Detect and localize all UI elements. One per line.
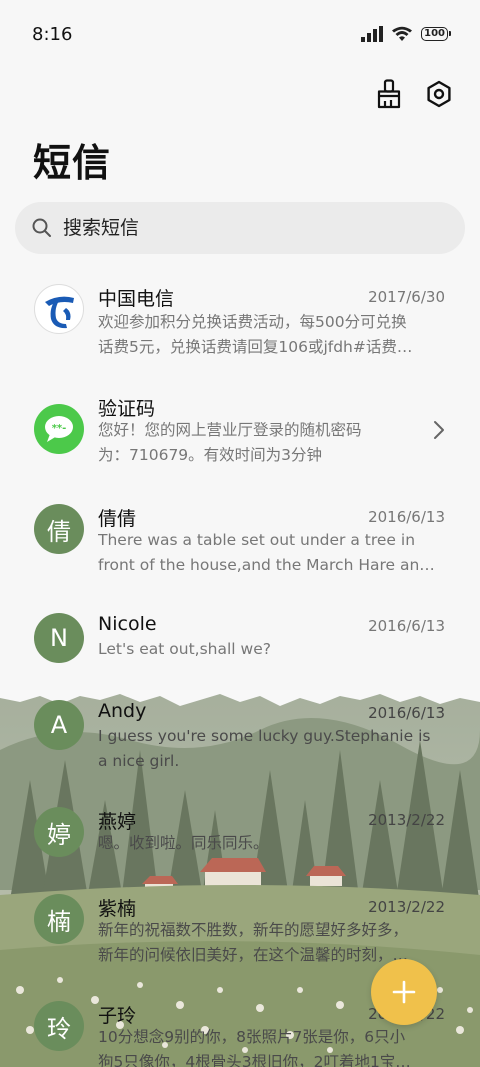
preview-line: 10分想念9别的你，8张照片7张是你，6只小 xyxy=(98,1028,406,1046)
message-date: 2016/6/13 xyxy=(368,704,445,722)
sender-name: 验证码 xyxy=(98,398,156,420)
avatar: 倩 xyxy=(34,504,84,554)
message-preview: I guess you're some lucky guy.Stephanie … xyxy=(98,724,446,774)
clean-button[interactable] xyxy=(374,74,404,114)
sender-name: Nicole xyxy=(98,613,157,635)
message-item[interactable]: N Nicole 2016/6/13 Let's eat out,shall w… xyxy=(0,613,480,713)
preview-line: 话费5元，兑换话费请回复106或jfdh#话费… xyxy=(98,338,413,356)
avatar: 楠 xyxy=(34,894,84,944)
avatar: 玲 xyxy=(34,1001,84,1051)
status-icons: 100 xyxy=(361,26,451,42)
message-date: 2013/2/22 xyxy=(368,811,445,829)
wifi-icon xyxy=(392,26,413,41)
sender-name: 燕婷 xyxy=(98,811,137,833)
telecom-logo-icon xyxy=(45,296,74,329)
preview-line: 为：710679。有效时间为3分钟 xyxy=(98,446,323,464)
message-preview: 10分想念9别的你，8张照片7张是你，6只小 狗5只像你，4根骨头3根旧你，2叮… xyxy=(98,1025,446,1067)
message-preview: 欢迎参加积分兑换话费活动，每500分可兑换 话费5元，兑换话费请回复106或jf… xyxy=(98,310,446,360)
plus-icon xyxy=(392,980,416,1004)
message-preview: There was a table set out under a tree i… xyxy=(98,528,446,578)
avatar: **- xyxy=(34,404,84,454)
preview-line: There was a table set out under a tree i… xyxy=(98,531,416,549)
preview-line: 欢迎参加积分兑换话费活动，每500分可兑换 xyxy=(98,313,407,331)
battery-indicator: 100 xyxy=(421,27,451,41)
search-input[interactable] xyxy=(63,217,423,239)
preview-line: Let's eat out,shall we? xyxy=(98,640,271,658)
message-item[interactable]: **- 验证码 您好！您的网上营业厅登录的随机密码 为：710679。有效时间为… xyxy=(0,394,480,494)
message-date: 2016/6/13 xyxy=(368,617,445,635)
message-item[interactable]: 倩 倩倩 2016/6/13 There was a table set out… xyxy=(0,504,480,604)
search-icon xyxy=(32,218,51,237)
message-preview: 嗯。收到啦。同乐同乐。 xyxy=(98,831,446,881)
avatar: N xyxy=(34,613,84,663)
sender-name: 子玲 xyxy=(98,1005,137,1027)
sender-name: 倩倩 xyxy=(98,508,137,530)
message-item[interactable]: A Andy 2016/6/13 I guess you're some luc… xyxy=(0,700,480,800)
search-bar[interactable] xyxy=(15,202,465,254)
preview-line: 新年的祝福数不胜数，新年的愿望好多好多， xyxy=(98,921,409,939)
status-bar: 8:16 100 xyxy=(0,0,480,68)
message-date: 2017/6/30 xyxy=(368,288,445,306)
sender-name: Andy xyxy=(98,700,147,722)
message-bubble-icon: **- xyxy=(45,416,73,442)
preview-line: 狗5只像你，4根骨头3根旧你，2叮着地1宝… xyxy=(98,1053,411,1067)
message-preview: Let's eat out,shall we? xyxy=(98,637,446,687)
avatar xyxy=(34,284,84,334)
avatar: A xyxy=(34,700,84,750)
gear-icon xyxy=(427,80,451,108)
svg-text:**-: **- xyxy=(52,423,67,434)
message-preview: 您好！您的网上营业厅登录的随机密码 为：710679。有效时间为3分钟 xyxy=(98,418,428,468)
message-date: 2013/2/22 xyxy=(368,898,445,916)
message-item[interactable]: 中国电信 2017/6/30 欢迎参加积分兑换话费活动，每500分可兑换 话费5… xyxy=(0,284,480,384)
settings-button[interactable] xyxy=(424,74,454,114)
signal-icon xyxy=(361,26,384,42)
chevron-right-icon xyxy=(434,421,444,439)
preview-line: front of the house,and the March Hare an… xyxy=(98,556,435,574)
message-date: 2016/6/13 xyxy=(368,508,445,526)
preview-line: I guess you're some lucky guy.Stephanie … xyxy=(98,727,431,745)
page-title: 短信 xyxy=(33,141,112,185)
brush-icon xyxy=(377,79,401,109)
avatar: 婷 xyxy=(34,807,84,857)
status-time: 8:16 xyxy=(32,23,73,45)
sender-name: 紫楠 xyxy=(98,898,137,920)
message-item[interactable]: 婷 燕婷 2013/2/22 嗯。收到啦。同乐同乐。 xyxy=(0,807,480,907)
preview-line: 您好！您的网上营业厅登录的随机密码 xyxy=(98,421,362,439)
preview-line: a nice girl. xyxy=(98,752,180,770)
preview-line: 嗯。收到啦。同乐同乐。 xyxy=(98,834,269,852)
sender-name: 中国电信 xyxy=(98,288,175,310)
compose-button[interactable] xyxy=(371,959,437,1025)
top-toolbar xyxy=(374,74,454,114)
